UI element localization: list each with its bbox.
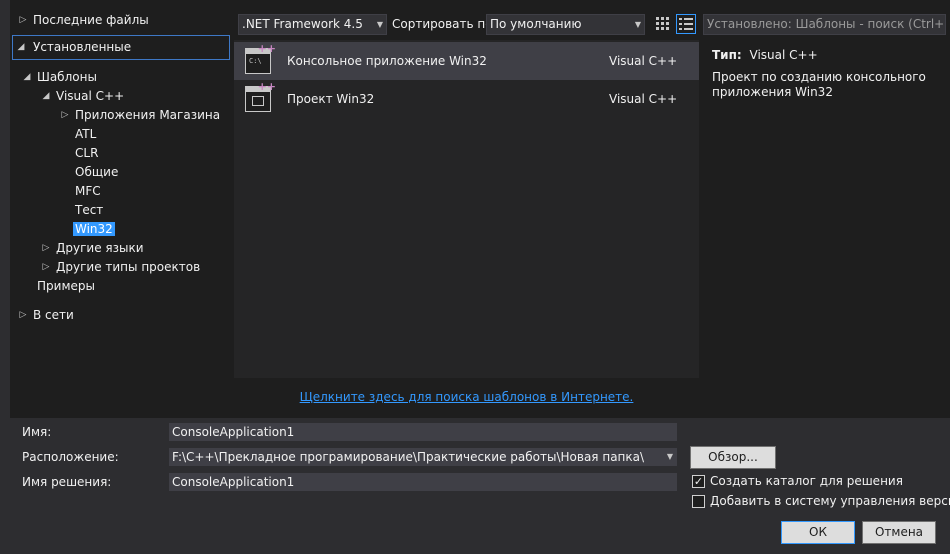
- window-edge: [0, 0, 10, 554]
- add-vcs-label: Добавить в систему управления версиями: [710, 494, 950, 508]
- tree-item-label: CLR: [75, 146, 99, 160]
- tree-item-label: В сети: [33, 308, 74, 322]
- tree-item-general[interactable]: Общие: [75, 163, 118, 182]
- ok-button[interactable]: ОК: [781, 521, 855, 544]
- details-description: Проект по созданию консольного приложени…: [712, 70, 926, 99]
- name-label: Имя:: [22, 425, 52, 439]
- expand-down-icon[interactable]: ◢: [41, 87, 51, 106]
- template-item-console-app[interactable]: C:\ ++ Консольное приложение Win32 Visua…: [234, 42, 699, 80]
- tree-item-templates[interactable]: ◢ Шаблоны: [22, 68, 222, 87]
- sort-label: Сортировать по:: [392, 17, 497, 31]
- list-view-button[interactable]: [676, 14, 696, 34]
- tree-item-label: Другие типы проектов: [56, 260, 201, 274]
- solution-name-field[interactable]: ConsoleApplication1: [169, 473, 677, 491]
- expand-down-icon[interactable]: ◢: [22, 68, 32, 87]
- type-label: Тип:: [712, 48, 742, 62]
- create-directory-checkbox[interactable]: ✓: [692, 475, 705, 488]
- framework-value: .NET Framework 4.5: [242, 17, 363, 31]
- tree-item-online[interactable]: ▷ В сети: [18, 306, 218, 325]
- solution-name-label: Имя решения:: [22, 475, 112, 489]
- tree-item-visual-cpp[interactable]: ◢ Visual C++: [41, 87, 221, 106]
- dropdown-arrow-icon: ▼: [634, 20, 641, 29]
- tree-item-label: Установленные: [33, 40, 132, 54]
- cancel-button[interactable]: Отмена: [862, 521, 936, 544]
- small-icons-view-button[interactable]: [653, 14, 673, 34]
- template-language: Visual C++: [609, 92, 678, 106]
- win32-project-icon: ++: [245, 80, 276, 112]
- tree-item-label: Общие: [75, 165, 119, 179]
- create-directory-label: Создать каталог для решения: [710, 474, 903, 488]
- template-name: Проект Win32: [287, 92, 375, 106]
- template-tree: [10, 0, 234, 418]
- tree-item-label: Другие языки: [56, 241, 144, 255]
- expand-down-icon[interactable]: ◢: [16, 36, 26, 59]
- tree-item-other-project-types[interactable]: ▷ Другие типы проектов: [41, 258, 226, 277]
- tree-item-atl[interactable]: ATL: [75, 125, 96, 144]
- tree-item-installed[interactable]: ◢ Установленные: [12, 35, 230, 60]
- framework-select[interactable]: .NET Framework 4.5 ▼: [238, 14, 387, 35]
- add-vcs-checkbox[interactable]: [692, 495, 705, 508]
- name-field[interactable]: ConsoleApplication1: [169, 423, 677, 441]
- expand-right-icon[interactable]: ▷: [18, 306, 28, 325]
- expand-right-icon[interactable]: ▷: [18, 11, 28, 30]
- tree-item-label: Win32: [73, 222, 115, 236]
- location-label: Расположение:: [22, 450, 119, 464]
- tree-item-other-languages[interactable]: ▷ Другие языки: [41, 239, 221, 258]
- template-item-win32-project[interactable]: ++ Проект Win32 Visual C++: [234, 80, 699, 118]
- sort-value: По умолчанию: [490, 17, 582, 31]
- dropdown-arrow-icon: ▼: [666, 452, 673, 461]
- expand-right-icon[interactable]: ▷: [41, 239, 51, 258]
- online-search-link[interactable]: Щелкните здесь для поиска шаблонов в Инт…: [234, 388, 699, 406]
- type-value: Visual C++: [749, 48, 818, 62]
- tree-item-recent[interactable]: ▷ Последние файлы: [18, 11, 228, 30]
- tree-item-label: MFC: [75, 184, 101, 198]
- tree-item-win32[interactable]: Win32: [73, 220, 115, 239]
- template-name: Консольное приложение Win32: [287, 54, 487, 68]
- tree-item-store-apps[interactable]: ▷ Приложения Магазина: [60, 106, 225, 125]
- tree-item-label: ATL: [75, 127, 97, 141]
- location-value: F:\C++\Прекладное програмирование\Практи…: [172, 450, 645, 464]
- list-icon: [679, 18, 693, 30]
- tree-item-label: Visual C++: [56, 89, 125, 103]
- search-placeholder: Установлено: Шаблоны - поиск (Ctrl+: [707, 17, 945, 31]
- sort-select[interactable]: По умолчанию ▼: [486, 14, 645, 35]
- expand-right-icon[interactable]: ▷: [60, 106, 70, 125]
- location-combo[interactable]: F:\C++\Прекладное програмирование\Практи…: [169, 448, 677, 466]
- dropdown-arrow-icon: ▼: [376, 20, 383, 29]
- search-input[interactable]: Установлено: Шаблоны - поиск (Ctrl+: [703, 14, 946, 35]
- tree-item-label: Тест: [75, 203, 104, 217]
- tree-item-test[interactable]: Тест: [75, 201, 103, 220]
- tree-item-samples[interactable]: Примеры: [37, 277, 95, 296]
- browse-button[interactable]: Обзор...: [690, 446, 776, 469]
- template-language: Visual C++: [609, 54, 678, 68]
- grid-icon: [656, 17, 669, 30]
- tree-item-label: Последние файлы: [33, 13, 149, 27]
- tree-item-label: Примеры: [37, 279, 95, 293]
- tree-item-clr[interactable]: CLR: [75, 144, 98, 163]
- tree-item-label: Приложения Магазина: [75, 108, 221, 122]
- tree-item-mfc[interactable]: MFC: [75, 182, 101, 201]
- expand-right-icon[interactable]: ▷: [41, 258, 51, 277]
- details-type: Тип: Visual C++: [712, 46, 818, 64]
- console-app-icon: C:\ ++: [245, 42, 276, 74]
- tree-item-label: Шаблоны: [37, 70, 97, 84]
